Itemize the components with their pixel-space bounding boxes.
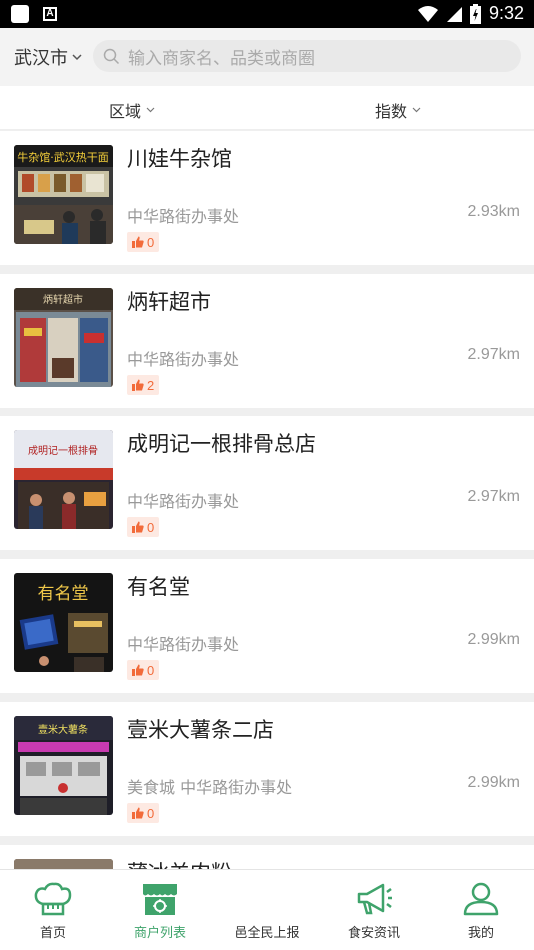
merchant-photo: 壹米大薯条 xyxy=(14,716,113,815)
storefront-sign-text: 壹米大薯条 xyxy=(38,723,88,736)
merchant-name: 炳轩超市 xyxy=(127,290,211,314)
chef-hat-icon xyxy=(34,882,72,916)
tab-profile[interactable]: 我的 xyxy=(428,870,534,950)
clock: 9:32 xyxy=(488,3,524,23)
tab-merchant-list[interactable]: 商户列表 xyxy=(107,870,213,950)
tab-food-safety-news-label: 食安资讯 xyxy=(347,926,400,941)
thumbs-up-icon xyxy=(132,521,144,533)
tab-home[interactable]: 首页 xyxy=(0,870,106,950)
like-count: 0 xyxy=(147,519,155,535)
merchant-address: 中华路街办事处 xyxy=(127,492,240,511)
megaphone-icon xyxy=(357,883,392,915)
merchant-photo: 成明记一根排骨 xyxy=(14,430,113,529)
tab-profile-label: 我的 xyxy=(467,926,494,941)
battery-icon xyxy=(469,3,481,24)
like-badge[interactable]: 0 xyxy=(127,232,160,252)
merchant-distance: 2.93km xyxy=(467,203,520,220)
search-placeholder: 输入商家名、品类或商圈 xyxy=(128,48,315,69)
notification-icon xyxy=(11,5,29,23)
shop-icon xyxy=(143,884,177,915)
merchant-photo: 牛杂馆·武汉热干面 xyxy=(14,145,113,244)
merchant-name: 蒲冰羊肉粉 xyxy=(127,857,232,869)
merchant-item[interactable]: 壹米大薯条 壹米大薯条二店 美食城 中华路街办事处 2.99km 0 xyxy=(0,702,534,836)
merchant-address: 中华路街办事处 xyxy=(127,207,240,226)
search-icon xyxy=(103,48,120,64)
bottom-nav: 首页 商户列表 邑全民上报 食安资讯 我的 xyxy=(0,869,534,950)
like-badge[interactable]: 2 xyxy=(127,375,160,395)
merchant-name: 成明记一根排骨总店 xyxy=(127,432,316,456)
merchant-item[interactable]: 蒲冰羊肉粉 xyxy=(0,845,534,869)
signal-icon xyxy=(446,6,462,22)
filter-bar: 区域 指数 xyxy=(0,86,534,130)
like-badge[interactable]: 0 xyxy=(127,660,160,680)
city-label: 武汉市 xyxy=(14,48,68,69)
tab-report-label: 邑全民上报 xyxy=(234,926,300,941)
merchant-name: 壹米大薯条二店 xyxy=(127,718,274,742)
merchant-photo xyxy=(14,859,113,869)
merchant-distance: 2.99km xyxy=(467,774,520,791)
user-icon xyxy=(463,882,499,916)
merchant-item[interactable]: 成明记一根排骨 成明记一根排骨总店 中华路街办事处 2.97km 0 xyxy=(0,416,534,550)
header: 武汉市 输入商家名、品类或商圈 xyxy=(0,28,534,86)
merchant-distance: 2.97km xyxy=(467,488,520,505)
merchant-photo: 炳轩超市 xyxy=(14,288,113,387)
merchant-list: 牛杂馆·武汉热干面 川娃牛杂馆 中华路街办事处 2.93km 0 炳轩超市 炳轩… xyxy=(0,131,534,869)
city-selector[interactable]: 武汉市 xyxy=(14,44,82,70)
chevron-down-icon xyxy=(412,107,421,113)
merchant-address: 中华路街办事处 xyxy=(127,350,240,369)
storefront-sign-text: 有名堂 xyxy=(38,584,89,604)
merchant-item[interactable]: 有名堂 有名堂 中华路街办事处 2.99km 0 xyxy=(0,559,534,693)
merchant-distance: 2.99km xyxy=(467,631,520,648)
thumbs-up-icon xyxy=(132,807,144,819)
like-count: 0 xyxy=(147,234,155,250)
wifi-icon xyxy=(417,5,438,22)
merchant-photo: 有名堂 xyxy=(14,573,113,672)
thumbs-up-icon xyxy=(132,379,144,391)
merchant-address: 中华路街办事处 xyxy=(127,635,240,654)
like-count: 2 xyxy=(147,377,155,393)
merchant-name: 有名堂 xyxy=(127,575,190,599)
a-notification-icon: A xyxy=(43,7,57,21)
tab-home-label: 首页 xyxy=(39,926,66,941)
like-badge[interactable]: 0 xyxy=(127,517,160,537)
tab-food-safety-news[interactable]: 食安资讯 xyxy=(321,870,427,950)
tab-report[interactable]: 邑全民上报 xyxy=(214,870,320,950)
filter-region-label: 区域 xyxy=(109,102,142,121)
merchant-distance: 2.97km xyxy=(467,346,520,363)
merchant-item[interactable]: 炳轩超市 炳轩超市 中华路街办事处 2.97km 2 xyxy=(0,274,534,408)
status-bar: A 9:32 xyxy=(0,0,534,28)
like-count: 0 xyxy=(147,805,155,821)
storefront-sign-text: 牛杂馆·武汉热干面 xyxy=(17,150,109,164)
storefront-sign-text: 炳轩超市 xyxy=(43,293,83,306)
storefront-sign-text: 成明记一根排骨 xyxy=(28,444,98,457)
thumbs-up-icon xyxy=(132,664,144,676)
search-input[interactable]: 输入商家名、品类或商圈 xyxy=(93,40,521,72)
like-badge[interactable]: 0 xyxy=(127,803,160,823)
filter-index-label: 指数 xyxy=(375,102,408,121)
merchant-item[interactable]: 牛杂馆·武汉热干面 川娃牛杂馆 中华路街办事处 2.93km 0 xyxy=(0,131,534,265)
filter-index[interactable]: 指数 xyxy=(375,98,421,122)
chevron-down-icon xyxy=(72,53,82,60)
chevron-down-icon xyxy=(146,107,155,113)
merchant-name: 川娃牛杂馆 xyxy=(127,147,232,171)
tab-merchant-list-label: 商户列表 xyxy=(133,926,186,941)
thumbs-up-icon xyxy=(132,236,144,248)
merchant-address: 美食城 中华路街办事处 xyxy=(127,778,293,797)
filter-region[interactable]: 区域 xyxy=(109,98,155,122)
like-count: 0 xyxy=(147,662,155,678)
